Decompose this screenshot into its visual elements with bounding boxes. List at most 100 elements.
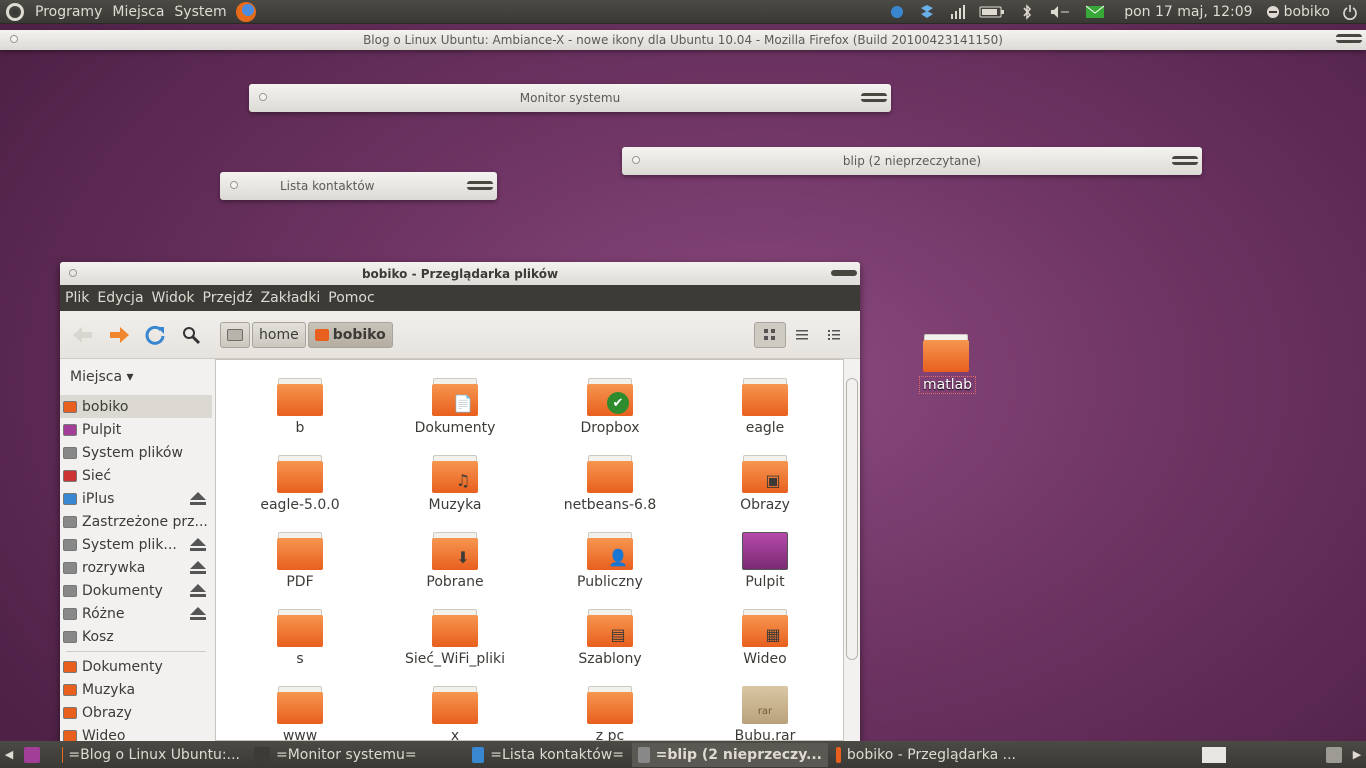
taskbar-item[interactable]: =blip (2 nieprzeczy... xyxy=(632,742,828,767)
back-button[interactable] xyxy=(70,322,96,348)
scroll-left-icon[interactable]: ◀ xyxy=(0,748,18,761)
eject-icon[interactable] xyxy=(190,561,206,574)
file-manager-titlebar[interactable]: bobiko - Przeglądarka plików xyxy=(60,262,860,285)
user-menu[interactable]: bobiko xyxy=(1266,4,1330,20)
window-grip-icon[interactable] xyxy=(1336,34,1362,43)
window-close-icon[interactable] xyxy=(69,269,77,277)
file-item[interactable]: www xyxy=(240,686,360,744)
window-grip-icon[interactable] xyxy=(861,93,887,102)
taskbar-item[interactable]: bobiko - Przeglądarka ... xyxy=(830,743,1022,767)
file-item[interactable]: b xyxy=(240,378,360,436)
file-item[interactable]: rar Bubu.rar xyxy=(705,686,825,744)
ubuntu-logo-icon[interactable] xyxy=(6,2,24,21)
icon-view-button[interactable] xyxy=(754,321,786,348)
file-item[interactable]: netbeans-6.8 xyxy=(550,455,670,513)
sidebar-item[interactable]: System plik... xyxy=(60,533,212,556)
file-item[interactable]: 👤 Publiczny xyxy=(550,532,670,590)
file-grid-scrollbar[interactable] xyxy=(846,362,858,662)
menu-przejdz[interactable]: Przejdź xyxy=(200,290,256,306)
sidebar-item[interactable]: Różne xyxy=(60,602,212,625)
sidebar-item[interactable]: Pulpit xyxy=(60,418,212,441)
file-item[interactable]: s xyxy=(240,609,360,667)
list-view-button[interactable] xyxy=(786,322,818,348)
eject-icon[interactable] xyxy=(190,584,206,597)
menu-zakladki[interactable]: Zakładki xyxy=(258,290,324,306)
trash-icon[interactable] xyxy=(1326,746,1342,763)
eject-icon[interactable] xyxy=(190,607,206,620)
file-item[interactable]: ▤ Szablony xyxy=(550,609,670,667)
desktop-folder-matlab[interactable]: matlab xyxy=(919,334,977,394)
sidebar-item[interactable]: bobiko xyxy=(60,395,212,418)
taskbar-item[interactable]: =Blog o Linux Ubuntu:... xyxy=(56,743,246,767)
blip-window[interactable]: blip (2 nieprzeczytane) xyxy=(622,147,1202,175)
file-item[interactable]: eagle-5.0.0 xyxy=(240,455,360,513)
window-grip-icon[interactable] xyxy=(467,181,493,190)
bookmark-item[interactable]: Muzyka xyxy=(60,678,212,701)
menu-edycja[interactable]: Edycja xyxy=(94,290,146,306)
window-grip-icon[interactable] xyxy=(831,270,857,276)
forward-button[interactable] xyxy=(106,322,132,348)
bookmark-item[interactable]: Obrazy xyxy=(60,701,212,724)
file-item[interactable]: ▣ Obrazy xyxy=(705,455,825,513)
power-icon[interactable] xyxy=(1342,4,1358,20)
file-item[interactable]: x xyxy=(395,686,515,744)
bluetooth-icon[interactable] xyxy=(1019,3,1035,20)
sidebar-item[interactable]: Zastrzeżone prz... xyxy=(60,510,212,533)
window-close-icon[interactable] xyxy=(632,156,640,164)
contacts-window[interactable]: Lista kontaktów xyxy=(220,172,497,200)
menu-miejsca[interactable]: Miejsca xyxy=(107,4,169,20)
file-item[interactable]: Sieć_WiFi_pliki xyxy=(395,609,515,667)
window-close-icon[interactable] xyxy=(259,93,267,101)
search-button[interactable] xyxy=(178,322,204,348)
workspace-switcher[interactable] xyxy=(1202,746,1226,763)
firefox-window[interactable]: Blog o Linux Ubuntu: Ambiance-X - nowe i… xyxy=(0,30,1366,50)
bookmark-item[interactable]: Dokumenty xyxy=(60,655,212,678)
window-close-icon[interactable] xyxy=(10,35,18,43)
file-item[interactable]: eagle xyxy=(705,378,825,436)
breadcrumb-home[interactable]: home xyxy=(252,321,306,348)
dropbox-icon[interactable] xyxy=(919,4,935,20)
volume-icon[interactable] xyxy=(1049,4,1071,20)
file-item[interactable]: z pc xyxy=(550,686,670,744)
menu-programy[interactable]: Programy xyxy=(30,4,107,20)
battery-icon[interactable] xyxy=(979,4,1005,20)
scroll-right-icon[interactable]: ▶ xyxy=(1348,748,1366,761)
scrollbar-thumb[interactable] xyxy=(846,378,858,660)
taskbar-item[interactable]: =Monitor systemu= xyxy=(248,743,464,767)
sidebar-item[interactable]: Kosz xyxy=(60,625,212,648)
sidebar-item[interactable]: Dokumenty xyxy=(60,579,212,602)
window-close-icon[interactable] xyxy=(230,181,238,189)
taskbar-item[interactable]: =Lista kontaktów= xyxy=(466,743,630,767)
compact-view-button[interactable] xyxy=(818,322,850,348)
window-grip-icon[interactable] xyxy=(1172,156,1198,165)
menu-system[interactable]: System xyxy=(169,4,231,20)
clock[interactable]: pon 17 maj, 12:09 xyxy=(1124,4,1252,20)
file-item[interactable]: ♫ Muzyka xyxy=(395,455,515,513)
sidebar-item[interactable]: Sieć xyxy=(60,464,212,487)
file-item[interactable]: ▦ Wideo xyxy=(705,609,825,667)
sidebar-header[interactable]: Miejsca ▾ xyxy=(60,365,212,395)
file-item[interactable]: ✔ Dropbox xyxy=(550,378,670,436)
reload-button[interactable] xyxy=(142,322,168,348)
weather-icon[interactable] xyxy=(889,4,905,20)
menu-widok[interactable]: Widok xyxy=(149,290,198,306)
file-item[interactable]: PDF xyxy=(240,532,360,590)
sidebar-item[interactable]: System plików xyxy=(60,441,212,464)
menu-plik[interactable]: Plik xyxy=(62,290,92,306)
show-desktop-button[interactable] xyxy=(18,743,54,767)
firefox-launcher-icon[interactable] xyxy=(235,1,256,22)
menu-pomoc[interactable]: Pomoc xyxy=(325,290,377,306)
file-item[interactable]: Pulpit xyxy=(705,532,825,590)
mail-icon[interactable] xyxy=(1085,4,1105,20)
monitor-window[interactable]: Monitor systemu xyxy=(249,84,891,112)
sidebar-item[interactable]: iPlus xyxy=(60,487,212,510)
eject-icon[interactable] xyxy=(190,492,206,505)
breadcrumb-bobiko[interactable]: bobiko xyxy=(307,321,393,348)
bookmark-item[interactable]: Wideo xyxy=(60,724,212,742)
breadcrumb-root[interactable] xyxy=(220,321,250,348)
signal-icon[interactable] xyxy=(949,4,966,20)
file-item[interactable]: ⬇ Pobrane xyxy=(395,532,515,590)
sidebar-item[interactable]: rozrywka xyxy=(60,556,212,579)
file-item[interactable]: 📄 Dokumenty xyxy=(395,378,515,436)
eject-icon[interactable] xyxy=(190,538,206,551)
